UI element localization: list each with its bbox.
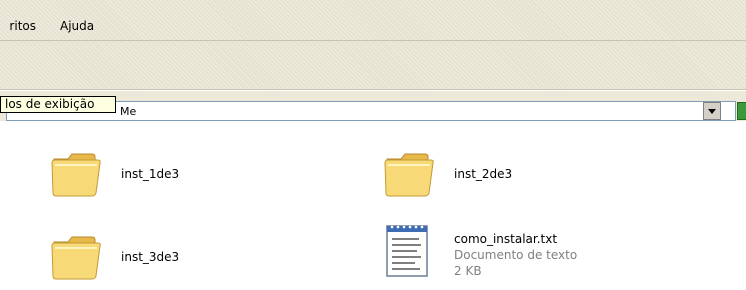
address-field-text: Me (120, 105, 137, 118)
file-name: inst_2de3 (454, 167, 513, 181)
tooltip: los de exibição (0, 96, 116, 113)
menu-item-ajuda[interactable]: Ajuda (60, 19, 94, 33)
file-item-como-instalar[interactable]: como_instalar.txt Documento de texto 2 K… (381, 222, 611, 282)
menu-bar: ritos Ajuda (0, 0, 746, 40)
file-name: inst_1de3 (121, 167, 180, 181)
folder-icon (51, 236, 101, 280)
file-name: inst_3de3 (121, 250, 180, 264)
folder-icon (384, 153, 434, 197)
chevron-down-icon (708, 108, 716, 114)
address-dropdown-button[interactable] (703, 102, 721, 120)
file-name: como_instalar.txt (454, 232, 558, 246)
file-item-inst-1de3[interactable]: inst_1de3 (48, 147, 248, 207)
file-item-inst-2de3[interactable]: inst_2de3 (381, 147, 581, 207)
file-size: 2 KB (454, 264, 482, 278)
menu-item-favoritos[interactable]: ritos (0, 19, 36, 33)
go-button[interactable] (737, 102, 746, 120)
toolbar (0, 41, 746, 89)
file-item-inst-3de3[interactable]: inst_3de3 (48, 230, 248, 290)
file-type-description: Documento de texto (454, 248, 578, 262)
text-document-icon (386, 225, 428, 277)
folder-icon (51, 153, 101, 197)
